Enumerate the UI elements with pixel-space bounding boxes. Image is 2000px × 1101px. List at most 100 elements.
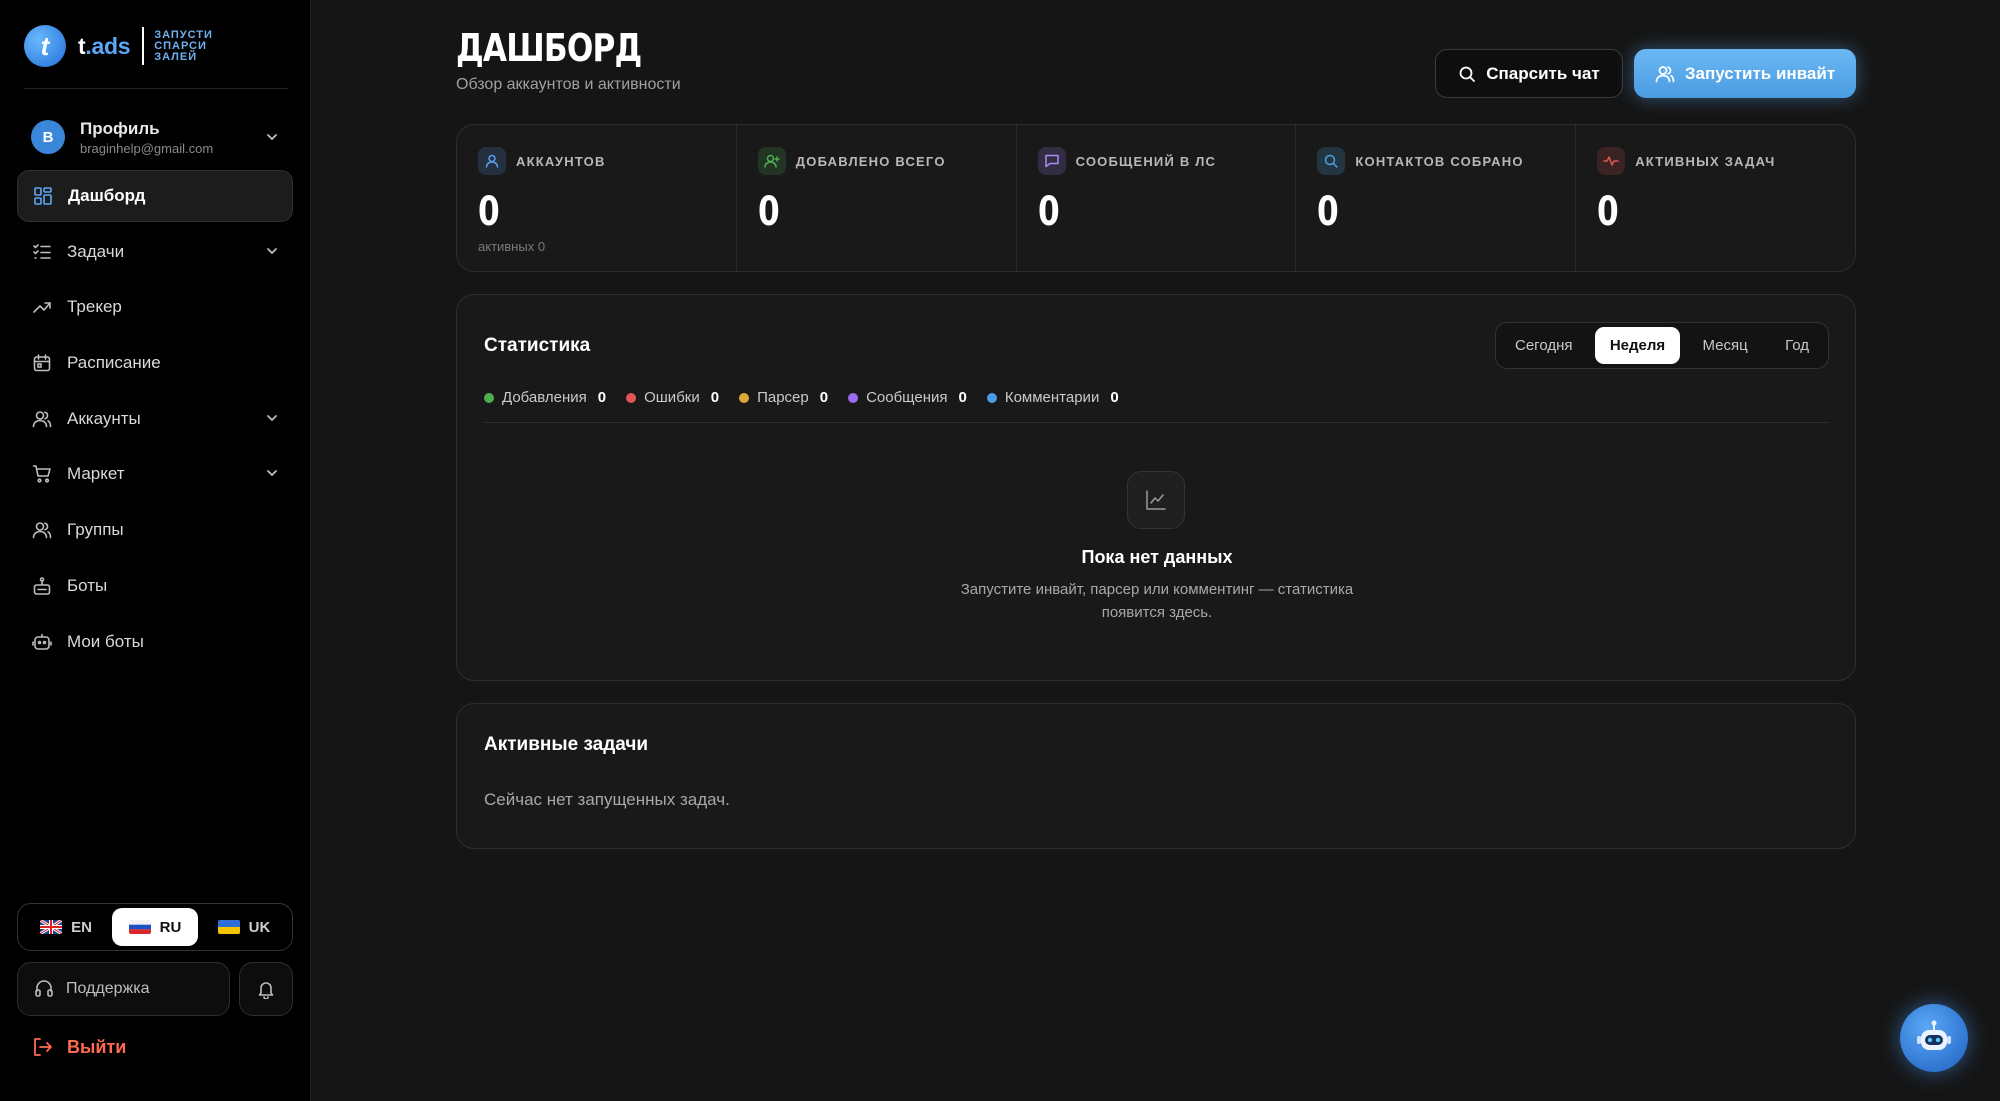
sidebar-item-label: Дашборд <box>68 186 146 205</box>
sidebar-item-market[interactable]: Маркет <box>17 448 293 500</box>
users-icon <box>31 408 53 430</box>
legend-item-messages[interactable]: Сообщения 0 <box>848 389 967 406</box>
active-tasks-title: Активные задачи <box>484 734 649 755</box>
legend-dot <box>986 392 997 403</box>
sidebar-item-label: Маркет <box>67 464 125 484</box>
legend-dot <box>484 392 494 403</box>
logo[interactable]: t t.ads ЗАПУСТИ СПАРСИ ЗАЛЕЙ <box>24 24 213 68</box>
logo-tagline: ЗАПУСТИ СПАРСИ ЗАЛЕЙ <box>154 28 213 63</box>
sidebar-item-label: Аккаунты <box>67 408 141 428</box>
pulse-icon <box>1597 147 1626 175</box>
empty-state-text: Запустите инвайт, парсер или комментинг … <box>960 581 1354 621</box>
legend-dot <box>626 392 637 403</box>
page-title: ДАШБОРД <box>456 26 642 70</box>
stat-card-accounts: АККАУНТОВ 0 активных 0 <box>457 125 737 271</box>
legend-label: Сообщения <box>866 389 948 406</box>
empty-state-title: Пока нет данных <box>1081 547 1233 567</box>
sidebar-item-label: Трекер <box>67 297 122 317</box>
language-uk-button[interactable]: UK <box>201 908 287 946</box>
legend-value: 0 <box>819 389 829 406</box>
legend-item-parser[interactable]: Парсер 0 <box>739 389 828 406</box>
stat-value: 0 <box>1597 189 1619 235</box>
active-tasks-card: Активные задачи Сейчас нет запущенных за… <box>456 703 1856 849</box>
period-week-tab[interactable]: Неделя <box>1594 327 1681 364</box>
user-icon <box>478 147 506 175</box>
start-invite-button[interactable]: Запустить инвайт <box>1634 49 1856 98</box>
stat-label: АККАУНТОВ <box>516 153 606 169</box>
headset-icon <box>34 979 54 999</box>
parse-chat-button[interactable]: Спарсить чат <box>1435 49 1623 98</box>
legend-dot <box>848 392 859 403</box>
logo-text: t.ads <box>78 33 130 60</box>
logout-button[interactable]: Выйти <box>31 1036 126 1058</box>
profile-name: Профиль <box>80 118 160 138</box>
stat-card-active-tasks: АКТИВНЫХ ЗАДАЧ 0 <box>1576 125 1855 271</box>
chevron-down-icon <box>265 130 279 144</box>
sidebar-item-dashboard[interactable]: Дашборд <box>17 170 293 222</box>
stat-value: 0 <box>757 189 780 235</box>
stat-label: АКТИВНЫХ ЗАДАЧ <box>1635 153 1776 169</box>
period-selector: Сегодня Неделя Месяц Год <box>1495 322 1829 369</box>
legend-value: 0 <box>597 389 607 406</box>
profile-menu[interactable]: B Профиль braginhelp@gmail.com <box>17 110 293 164</box>
sidebar-item-bots[interactable]: Боты <box>17 560 293 612</box>
sidebar-item-tasks[interactable]: Задачи <box>17 226 293 278</box>
period-year-tab[interactable]: Год <box>1770 327 1824 364</box>
cart-icon <box>31 463 53 485</box>
calendar-icon <box>31 352 53 374</box>
assistant-bot-button[interactable] <box>1900 1004 1968 1072</box>
sidebar-item-tracker[interactable]: Трекер <box>17 281 293 333</box>
message-icon <box>1037 147 1066 175</box>
users-icon <box>1655 64 1675 84</box>
sidebar-item-my-bots[interactable]: Мои боты <box>17 616 293 668</box>
language-code: UK <box>248 918 271 936</box>
statistics-legend: Добавления 0 Ошибки 0 Парсер 0 Сообщения… <box>484 389 1139 406</box>
profile-email: braginhelp@gmail.com <box>80 140 214 156</box>
ru-flag-icon <box>128 920 151 934</box>
support-button[interactable]: Поддержка <box>17 962 230 1016</box>
page-subtitle: Обзор аккаунтов и активности <box>456 76 681 93</box>
stat-label: СООБЩЕНИЙ В ЛС <box>1075 153 1217 169</box>
sidebar-item-accounts[interactable]: Аккаунты <box>17 393 293 445</box>
stat-label: КОНТАКТОВ СОБРАНО <box>1355 153 1524 169</box>
uk-flag-icon <box>40 920 63 934</box>
legend-item-errors[interactable]: Ошибки 0 <box>626 389 719 406</box>
language-ru-button[interactable]: RU <box>112 908 198 946</box>
language-code: EN <box>71 918 92 936</box>
period-month-tab[interactable]: Месяц <box>1688 327 1763 364</box>
legend-label: Добавления <box>502 389 587 406</box>
logo-mark-icon: t <box>24 25 66 67</box>
bot-icon <box>31 575 53 597</box>
chevron-down-icon <box>265 466 279 480</box>
legend-label: Комментарии <box>1004 389 1100 406</box>
legend-dot <box>739 392 750 403</box>
period-today-tab[interactable]: Сегодня <box>1500 327 1588 364</box>
tagline-line: СПАРСИ <box>154 39 207 52</box>
stat-value: 0 <box>1317 189 1340 235</box>
language-en-button[interactable]: EN <box>23 908 109 946</box>
legend-value: 0 <box>1110 389 1119 406</box>
robot-icon <box>1912 1016 1956 1060</box>
stat-value: 0 <box>478 189 500 235</box>
legend-value: 0 <box>710 389 720 406</box>
sidebar-nav: Дашборд Задачи Трекер Расписание Аккаунт… <box>17 170 293 671</box>
stat-card-contacts-collected: КОНТАКТОВ СОБРАНО 0 <box>1296 125 1577 271</box>
legend-item-additions[interactable]: Добавления 0 <box>484 389 606 406</box>
legend-label: Ошибки <box>644 389 700 406</box>
sidebar-item-groups[interactable]: Группы <box>17 504 293 556</box>
sidebar-item-label: Группы <box>67 520 124 540</box>
legend-value: 0 <box>958 389 967 406</box>
legend-item-comments[interactable]: Комментарии 0 <box>986 389 1119 406</box>
stat-card-added-total: ДОБАВЛЕНО ВСЕГО 0 <box>737 125 1017 271</box>
start-invite-label: Запустить инвайт <box>1684 63 1836 83</box>
logout-label: Выйти <box>67 1036 127 1057</box>
sidebar-item-schedule[interactable]: Расписание <box>17 337 293 389</box>
ua-flag-icon <box>217 920 240 934</box>
my-bots-icon <box>31 631 53 653</box>
avatar: B <box>31 120 65 154</box>
tagline-line: ЗАПУСТИ <box>154 28 213 41</box>
stats-row: АККАУНТОВ 0 активных 0 ДОБАВЛЕНО ВСЕГО 0… <box>456 124 1856 272</box>
stat-note: активных 0 <box>478 239 546 254</box>
sidebar: t t.ads ЗАПУСТИ СПАРСИ ЗАЛЕЙ B Профиль b… <box>0 0 311 1101</box>
notifications-button[interactable] <box>239 962 293 1016</box>
